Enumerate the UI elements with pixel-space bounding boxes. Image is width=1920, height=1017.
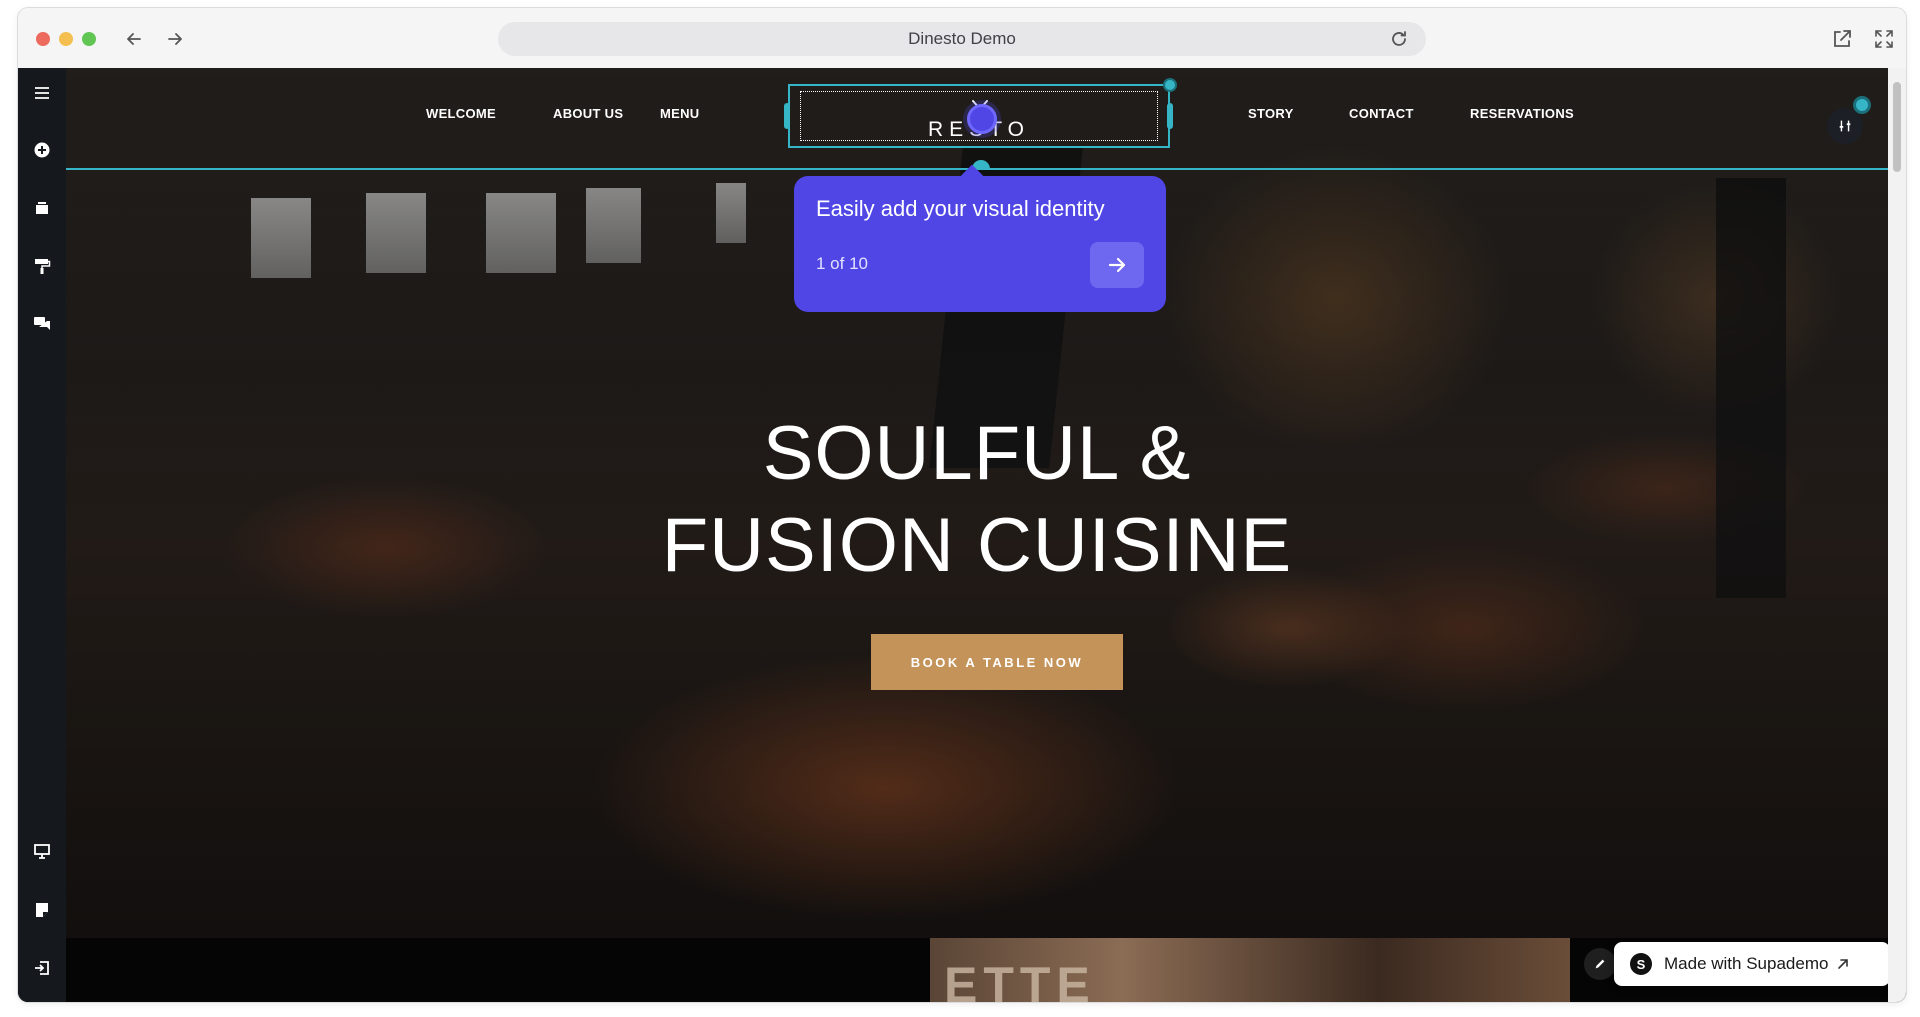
nav-contact[interactable]: CONTACT: [1349, 106, 1414, 121]
fullscreen-icon[interactable]: [1872, 27, 1896, 51]
back-arrow-icon[interactable]: [120, 25, 148, 53]
nav-about-us[interactable]: ABOUT US: [553, 106, 623, 121]
tooltip-next-button[interactable]: [1090, 242, 1144, 288]
nav-reservations[interactable]: RESERVATIONS: [1470, 106, 1574, 121]
hero-heading-line2: FUSION CUISINE: [661, 503, 1293, 588]
add-icon[interactable]: [30, 138, 54, 162]
settings-badge: [1853, 96, 1871, 114]
forward-arrow-icon[interactable]: [161, 25, 189, 53]
tour-tooltip: Easily add your visual identity 1 of 10: [794, 176, 1166, 312]
tour-hotspot[interactable]: [967, 104, 997, 134]
chat-icon[interactable]: [30, 312, 54, 336]
address-bar[interactable]: Dinesto Demo: [498, 22, 1426, 56]
close-window-button[interactable]: [36, 32, 50, 46]
menu-icon[interactable]: [30, 81, 54, 105]
made-with-supademo-badge[interactable]: S Made with Supademo: [1614, 942, 1890, 986]
note-icon[interactable]: [30, 898, 54, 922]
browser-window: Dinesto Demo WELCOME ABOUT US MENU STORY…: [18, 8, 1906, 1002]
page-title: Dinesto Demo: [908, 29, 1016, 48]
resize-handle-corner[interactable]: [1163, 78, 1177, 92]
resize-handle-right[interactable]: [1167, 103, 1173, 129]
page-scrollbar[interactable]: [1888, 68, 1906, 1002]
hero-heading-line1: SOULFUL &: [762, 411, 1192, 496]
reload-icon[interactable]: [1388, 28, 1410, 50]
minimize-window-button[interactable]: [59, 32, 73, 46]
page-viewport: WELCOME ABOUT US MENU STORY CONTACT RESE…: [18, 68, 1906, 1002]
nav-story[interactable]: STORY: [1248, 106, 1294, 121]
next-section-image: ETTE: [930, 938, 1570, 1002]
edit-pen-icon[interactable]: [1584, 948, 1616, 980]
browser-titlebar: Dinesto Demo: [18, 8, 1906, 68]
open-external-icon[interactable]: [1830, 27, 1854, 51]
sliders-icon[interactable]: [1827, 108, 1863, 144]
hero-section: WELCOME ABOUT US MENU STORY CONTACT RESE…: [66, 68, 1888, 938]
book-table-button[interactable]: BOOK A TABLE NOW: [871, 634, 1123, 690]
hero-heading: SOULFUL & FUSION CUISINE: [66, 408, 1888, 592]
maximize-window-button[interactable]: [82, 32, 96, 46]
resize-handle-left[interactable]: [784, 103, 790, 129]
external-arrow-icon: [1838, 959, 1849, 969]
exit-icon[interactable]: [30, 956, 54, 980]
desktop-icon[interactable]: [30, 839, 54, 863]
scrollbar-thumb[interactable]: [1893, 82, 1901, 172]
supademo-label: Made with Supademo: [1664, 954, 1829, 973]
tooltip-step-counter: 1 of 10: [816, 254, 868, 273]
layers-icon[interactable]: [30, 196, 54, 220]
supademo-logo: S: [1630, 953, 1652, 975]
nav-welcome[interactable]: WELCOME: [426, 106, 496, 121]
paint-roller-icon[interactable]: [30, 254, 54, 278]
arrow-right-icon: [1108, 257, 1126, 273]
editor-sidebar: [18, 68, 66, 1002]
tooltip-title: Easily add your visual identity: [816, 196, 1105, 221]
nav-menu[interactable]: MENU: [660, 106, 699, 121]
